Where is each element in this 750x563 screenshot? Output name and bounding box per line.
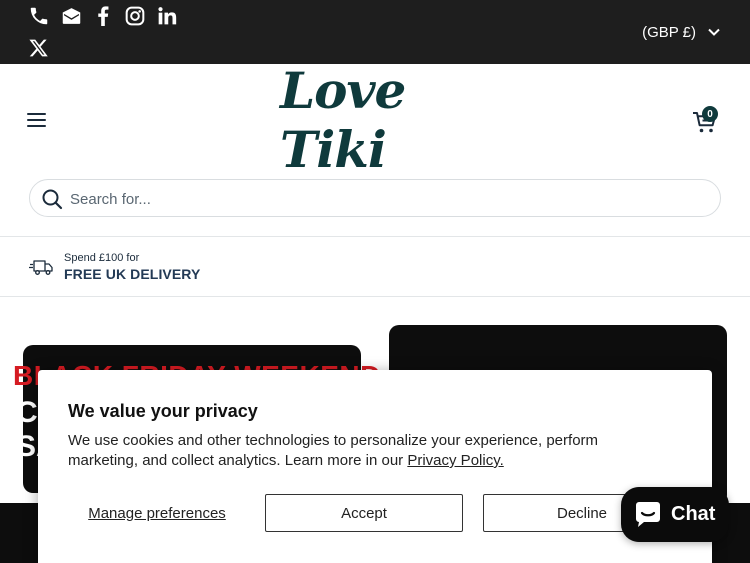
linkedin-icon[interactable]	[155, 4, 179, 28]
chat-bubble-icon	[636, 501, 660, 527]
phone-icon[interactable]	[27, 4, 51, 28]
site-header: Love Tiki 0	[0, 61, 750, 179]
cookie-consent-dialog: We value your privacy We use cookies and…	[38, 370, 712, 563]
cart-count-badge: 0	[702, 106, 718, 122]
divider	[0, 236, 750, 237]
cookie-body-text: We use cookies and other technologies to…	[68, 432, 599, 469]
privacy-policy-link[interactable]: Privacy Policy.	[407, 452, 503, 469]
currency-selector[interactable]: (GBP £)	[642, 20, 720, 44]
chat-button[interactable]: Chat	[621, 487, 729, 542]
delivery-truck-icon	[29, 260, 53, 275]
divider	[0, 296, 750, 297]
search-bar[interactable]	[29, 179, 721, 217]
logo[interactable]: Love Tiki	[280, 61, 466, 179]
cookie-title: We value your privacy	[68, 401, 258, 421]
chevron-down-icon	[708, 28, 720, 36]
free-delivery-text: FREE UK DELIVERY	[64, 266, 201, 282]
banner-text-line: C	[16, 396, 38, 429]
search-icon[interactable]	[41, 188, 63, 210]
delivery-threshold-text: Spend £100 for	[64, 252, 140, 264]
top-bar: (GBP £)	[0, 0, 750, 64]
accept-button[interactable]: Accept	[265, 494, 463, 532]
email-icon[interactable]	[59, 4, 83, 28]
cookie-description: We use cookies and other technologies to…	[68, 431, 668, 471]
manage-preferences-button[interactable]: Manage preferences	[68, 494, 246, 532]
currency-label: (GBP £)	[642, 23, 696, 41]
chat-label: Chat	[671, 503, 716, 525]
instagram-icon[interactable]	[123, 4, 147, 28]
search-input[interactable]	[70, 188, 670, 210]
x-icon[interactable]	[27, 36, 51, 60]
facebook-icon[interactable]	[91, 4, 115, 28]
menu-bar	[27, 119, 46, 121]
menu-bar	[27, 113, 46, 115]
menu-button[interactable]	[26, 111, 48, 129]
menu-bar	[27, 125, 46, 127]
